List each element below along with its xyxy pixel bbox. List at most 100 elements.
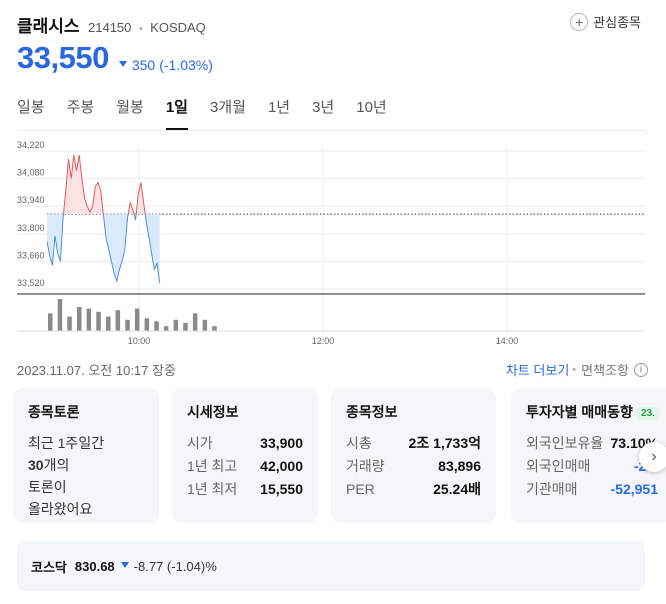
index-value: 830.68 — [74, 558, 115, 574]
index-name: 코스닥 — [31, 559, 67, 575]
forum-line: 올라왔어요 — [28, 501, 93, 517]
kv-value: 33,900 — [260, 435, 303, 451]
tab-monthly[interactable]: 월봉 — [116, 94, 144, 130]
price-change-value: 350 — [131, 57, 156, 73]
down-triangle-icon — [120, 562, 129, 568]
separator-dot: • — [138, 23, 143, 35]
chart-more-link[interactable]: 차트 더보기 — [506, 360, 569, 379]
volume-bar — [183, 323, 188, 331]
kv-row: PER 25.24배 — [346, 478, 481, 501]
stock-code: 214150 — [88, 20, 132, 35]
favorite-label: 관심종목 — [593, 15, 641, 30]
tabs-divider — [17, 130, 646, 131]
stock-header: 클래시스 214150 • KOSDAQ + 관심종목 — [17, 12, 657, 36]
kv-key: 기관매매 — [526, 481, 578, 497]
investor-title: 투자자별 매매동향 — [526, 404, 633, 420]
index-change-percent: (-1.04)% — [166, 558, 217, 574]
next-card-button[interactable]: › — [639, 442, 666, 472]
volume-bar — [192, 313, 198, 331]
tab-weekly[interactable]: 주봉 — [67, 94, 95, 130]
kv-value: 83,896 — [438, 458, 481, 474]
current-price: 33,550 — [17, 40, 109, 75]
price-change: 350 (-1.03%) — [118, 57, 213, 73]
card-title: 종목토론 — [28, 404, 80, 420]
x-tick-label: 12:00 — [312, 336, 335, 346]
price-row: 33,550 350 (-1.03%) — [17, 40, 213, 76]
volume-bar — [67, 316, 72, 331]
kv-key: 시가 — [187, 435, 213, 451]
volume-bar — [86, 308, 92, 331]
stock-info-card[interactable]: 종목정보 시총 2조 1,733억 거래량 83,896 PER 25.24배 — [331, 388, 496, 523]
volume-bar — [106, 316, 111, 331]
kv-key: 시총 — [346, 435, 372, 451]
disclaimer-link[interactable]: 면책조항 — [581, 360, 629, 379]
price-line-up — [62, 154, 146, 215]
forum-card[interactable]: 종목토론 최근 1주일간 30개의 토론이 올라왔어요 — [13, 388, 159, 523]
kv-key: 거래량 — [346, 458, 385, 474]
kv-row: 1년 최고 42,000 — [187, 455, 303, 478]
kv-key: 1년 최고 — [187, 458, 238, 474]
kv-row: 시가 33,900 — [187, 432, 303, 455]
plus-icon: + — [570, 12, 589, 31]
volume-bar — [163, 326, 169, 331]
price-change-percent: (-1.03%) — [159, 57, 213, 73]
volume-bar — [154, 321, 159, 331]
forum-text: 최근 1주일간 30개의 토론이 올라왔어요 — [28, 432, 144, 520]
y-tick-label: 34,080 — [17, 168, 45, 178]
info-cards: 종목토론 최근 1주일간 30개의 토론이 올라왔어요 시세정보 시가 33,90… — [13, 388, 666, 523]
forum-line: 최근 1주일간 — [28, 435, 105, 451]
x-tick-label: 14:00 — [496, 336, 519, 346]
tab-3years[interactable]: 3년 — [312, 94, 334, 130]
kosdaq-index-bar[interactable]: 코스닥 830.68 -8.77 (-1.04)% — [17, 541, 645, 591]
y-tick-label: 33,800 — [17, 223, 45, 233]
index-change: -8.77 (-1.04)% — [120, 558, 217, 574]
price-line-down — [46, 214, 161, 284]
kv-value: 25.24배 — [433, 481, 481, 497]
forum-line: 토론이 — [28, 479, 67, 495]
tab-daily[interactable]: 일봉 — [17, 94, 45, 130]
y-tick-label: 33,520 — [17, 278, 45, 288]
stock-name: 클래시스 — [17, 17, 80, 36]
volume-bar — [173, 319, 179, 331]
add-favorite-button[interactable]: + 관심종목 — [570, 12, 641, 31]
intraday-chart[interactable]: 34,220 34,080 33,940 33,800 33,660 33,520 10:0… — [0, 140, 666, 350]
forum-count: 30 — [28, 457, 44, 473]
kv-row: 기관매매 -52,951 — [526, 478, 658, 501]
kv-key: PER — [346, 481, 375, 497]
kv-row: 시총 2조 1,733억 — [346, 432, 481, 455]
kv-value: 15,550 — [260, 481, 303, 497]
kv-key: 외국인매매 — [526, 458, 591, 474]
x-tick-label: 10:00 — [128, 336, 151, 346]
kv-key: 외국인보유율 — [526, 435, 604, 451]
kv-value: -52,951 — [610, 481, 658, 497]
tab-10years[interactable]: 10년 — [356, 94, 387, 130]
volume-bar — [125, 319, 130, 331]
price-area-up — [47, 154, 160, 215]
separator-dot: • — [572, 363, 577, 376]
tab-3months[interactable]: 3개월 — [210, 94, 246, 130]
volume-bar — [96, 311, 101, 331]
kv-row: 1년 최저 15,550 — [187, 478, 303, 501]
kv-row: 거래량 83,896 — [346, 455, 481, 478]
card-title: 시세정보 — [187, 404, 239, 420]
market-info-card[interactable]: 시세정보 시가 33,900 1년 최고 42,000 1년 최저 15,550 — [172, 388, 318, 523]
kv-key: 1년 최저 — [187, 481, 238, 497]
kv-row: 외국인보유율 73.10% — [526, 432, 658, 455]
volume-bar — [57, 299, 63, 331]
y-tick-label: 33,940 — [17, 195, 45, 205]
period-tabs: 일봉 주봉 월봉 1일 3개월 1년 3년 10년 — [17, 94, 409, 130]
index-change-value: -8.77 — [133, 558, 164, 574]
tab-1year[interactable]: 1년 — [268, 94, 290, 130]
volume-bar — [212, 326, 217, 331]
price-area-down — [47, 214, 160, 284]
forum-count-suffix: 개의 — [43, 457, 70, 473]
forum-line: 30개의 — [28, 454, 144, 476]
volume-bar — [134, 308, 140, 331]
info-icon[interactable]: i — [634, 362, 648, 377]
tab-1day[interactable]: 1일 — [165, 94, 189, 130]
kv-value: 42,000 — [260, 458, 303, 474]
down-triangle-icon — [118, 61, 127, 67]
card-title: 투자자별 매매동향 23. — [526, 402, 659, 422]
market-name: KOSDAQ — [150, 20, 206, 35]
volume-bar — [144, 318, 150, 331]
